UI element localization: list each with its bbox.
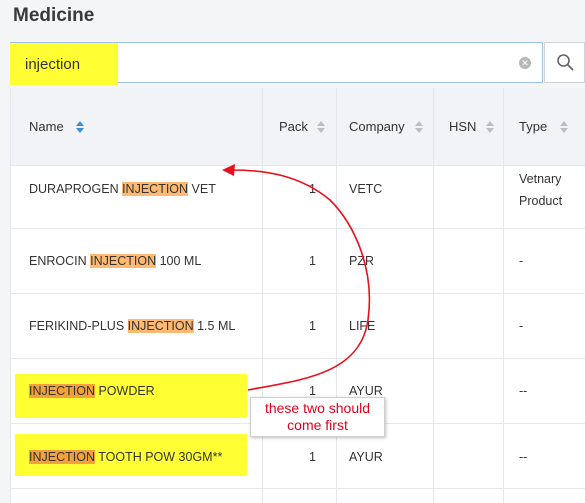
cell-pack: 1 [309, 384, 316, 398]
cell-company: VETC [349, 182, 383, 196]
column-header-name[interactable]: Name [29, 119, 64, 134]
cell-pack: 1 [309, 450, 316, 464]
column-header-pack[interactable]: Pack [279, 119, 308, 134]
annotation-line: come first [287, 417, 348, 433]
cell-pack: 1 [309, 254, 316, 268]
cell-name[interactable]: INJECTION POWDER [29, 384, 155, 398]
row-divider [10, 293, 585, 294]
row-divider [10, 228, 585, 229]
column-divider [336, 88, 337, 503]
cell-type: -- [519, 384, 528, 398]
column-divider [433, 88, 434, 503]
page-title: Medicine [13, 5, 95, 26]
name-text: ENROCIN [29, 254, 91, 268]
cell-type: - [519, 254, 524, 268]
cell-name[interactable]: FERIKIND-PLUS INJECTION 1.5 ML [29, 319, 235, 333]
sort-icon[interactable] [560, 121, 568, 133]
clear-icon[interactable]: ✕ [519, 57, 531, 69]
annotation-callout: these two should come first [250, 397, 385, 437]
name-text: POWDER [94, 384, 155, 398]
column-header-company[interactable]: Company [349, 119, 405, 134]
sort-ascending-icon[interactable] [76, 121, 84, 133]
column-divider [262, 88, 263, 503]
cell-company: LIFE [349, 319, 376, 333]
cell-type: -- [519, 450, 528, 464]
name-text: FERIKIND-PLUS [29, 319, 128, 333]
medicine-table: Name Pack Company HSN Type DURAPROGEN IN… [10, 88, 585, 503]
sort-icon[interactable] [415, 121, 423, 133]
search-icon [557, 54, 574, 71]
cell-company: AYUR [349, 450, 383, 464]
cell-type: - [519, 319, 524, 333]
cell-company: PZR [349, 254, 374, 268]
name-text: 100 ML [156, 254, 202, 268]
annotation-line: these two should [264, 400, 371, 416]
search-match: INJECTION [90, 254, 157, 268]
sort-icon[interactable] [486, 121, 494, 133]
name-text: 1.5 ML [193, 319, 236, 333]
search-match: INJECTION [29, 450, 95, 464]
search-button[interactable] [544, 42, 585, 83]
cell-name[interactable]: ENROCIN INJECTION 100 ML [29, 254, 201, 268]
cell-name[interactable]: INJECTION TOOTH POW 30GM** [29, 450, 222, 464]
cell-type: Vetnary [519, 172, 562, 186]
search-match: INJECTION [29, 384, 95, 398]
search-match: INJECTION [122, 182, 189, 196]
column-header-type[interactable]: Type [519, 119, 547, 134]
cell-pack: 1 [309, 182, 316, 196]
column-divider [503, 88, 504, 503]
column-divider [10, 88, 11, 503]
row-divider [10, 358, 585, 359]
name-text: DURAPROGEN [29, 182, 123, 196]
sort-icon[interactable] [317, 121, 325, 133]
name-text: VET [188, 182, 216, 196]
cell-company: AYUR [349, 384, 383, 398]
search-input-value[interactable]: injection [25, 56, 80, 73]
cell-type: Product [519, 194, 563, 208]
search-match: INJECTION [127, 319, 194, 333]
row-divider [10, 488, 585, 489]
name-text: TOOTH POW 30GM** [94, 450, 223, 464]
cell-pack: 1 [309, 319, 316, 333]
column-header-hsn[interactable]: HSN [449, 119, 476, 134]
cell-name[interactable]: DURAPROGEN INJECTION VET [29, 182, 216, 196]
